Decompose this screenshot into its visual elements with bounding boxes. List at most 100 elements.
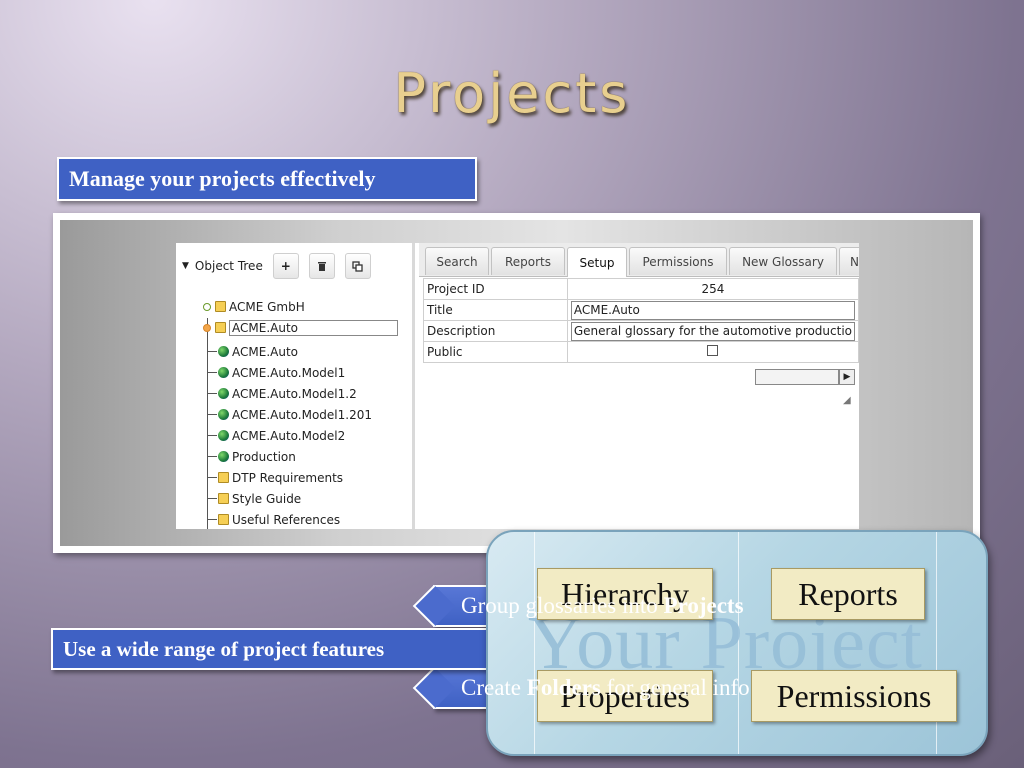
collapse-triangle-icon[interactable]: ▼ bbox=[182, 261, 189, 271]
globe-icon bbox=[218, 346, 229, 357]
object-tree-label: Object Tree bbox=[194, 259, 263, 273]
tree-branch-line bbox=[207, 372, 217, 373]
folder-icon bbox=[218, 493, 229, 504]
tree-item-model1-2[interactable]: ACME.Auto.Model1.2 bbox=[218, 384, 357, 403]
tree-item-style-guide[interactable]: Style Guide bbox=[218, 489, 301, 508]
property-key: Project ID bbox=[423, 278, 568, 300]
callout-project-features: Use a wide range of project features bbox=[51, 625, 514, 675]
resize-handle-icon[interactable]: ◢ bbox=[843, 395, 851, 406]
scroll-right-arrow-icon[interactable]: ▶ bbox=[839, 369, 855, 385]
tab-reports[interactable]: Reports bbox=[491, 247, 565, 275]
tab-setup[interactable]: Setup bbox=[567, 247, 627, 277]
slide-title: Projects bbox=[393, 62, 631, 125]
tree-item-dtp-requirements[interactable]: DTP Requirements bbox=[218, 468, 343, 487]
delete-button[interactable] bbox=[308, 253, 335, 279]
tree-item-label: ACME.Auto.Model1 bbox=[232, 365, 346, 380]
tree-item-label: ACME.Auto bbox=[229, 319, 398, 336]
tree-branch-line bbox=[207, 477, 217, 478]
tree-branch-line bbox=[207, 393, 217, 394]
tab-label: Permissions bbox=[642, 254, 714, 269]
panel-divider bbox=[936, 532, 937, 754]
table-row: Public bbox=[423, 341, 859, 363]
callout-project-features-text: Use a wide range of project features bbox=[63, 637, 385, 661]
tree-branch-line bbox=[207, 435, 217, 436]
horizontal-scrollbar[interactable] bbox=[755, 369, 839, 385]
tree-item-production[interactable]: Production bbox=[218, 447, 296, 466]
description-cell: General glossary for the automotive prod… bbox=[566, 320, 859, 342]
tree-item-label: ACME GmbH bbox=[229, 299, 305, 314]
callout-create-folders-text: Create Folders for general info bbox=[461, 675, 750, 701]
tree-item-label: ACME.Auto.Model1.201 bbox=[232, 407, 372, 422]
property-key: Description bbox=[423, 320, 568, 342]
tab-more[interactable]: N bbox=[839, 247, 859, 275]
folder-icon bbox=[215, 322, 226, 333]
title-cell: ACME.Auto bbox=[566, 299, 859, 321]
tree-branch-line bbox=[207, 456, 217, 457]
public-checkbox[interactable] bbox=[707, 345, 719, 356]
tab-label: Setup bbox=[579, 255, 615, 270]
copy-icon bbox=[352, 260, 363, 272]
title-input[interactable]: ACME.Auto bbox=[570, 300, 855, 320]
callout-text-suffix: for general info bbox=[600, 675, 750, 700]
tree-item-label: DTP Requirements bbox=[232, 470, 344, 485]
tree-item-useful-references[interactable]: Useful References bbox=[218, 510, 340, 529]
tree-item-label: Production bbox=[232, 449, 296, 464]
property-key: Public bbox=[423, 341, 568, 363]
globe-icon bbox=[218, 388, 229, 399]
tree-branch-line bbox=[207, 498, 217, 499]
tab-label: Reports bbox=[504, 254, 552, 269]
callout-text-bold: Projects bbox=[663, 593, 744, 618]
tree-item-label: Style Guide bbox=[232, 491, 302, 506]
callout-manage-projects-text: Manage your projects effectively bbox=[69, 166, 376, 191]
folder-icon bbox=[218, 472, 229, 483]
node-dot-icon bbox=[203, 323, 211, 332]
globe-icon bbox=[218, 451, 229, 462]
globe-icon bbox=[218, 430, 229, 441]
object-tree-header: ▼ Object Tree + bbox=[182, 253, 371, 279]
tree-item-acme-auto-folder[interactable]: ACME.Auto bbox=[203, 318, 398, 337]
tab-bar: Search Reports Setup Permissions New Glo… bbox=[419, 243, 859, 277]
properties-pane: Search Reports Setup Permissions New Glo… bbox=[419, 243, 859, 529]
tree-item-model2[interactable]: ACME.Auto.Model2 bbox=[218, 426, 345, 445]
tab-new-glossary[interactable]: New Glossary bbox=[729, 247, 837, 275]
folder-icon bbox=[215, 301, 226, 312]
app-window: ▼ Object Tree + ACME GmbH ACME.Auto ACME… bbox=[176, 243, 859, 529]
screenshot-background: ▼ Object Tree + ACME GmbH ACME.Auto ACME… bbox=[60, 220, 973, 709]
tab-label: Search bbox=[436, 254, 478, 269]
tab-permissions[interactable]: Permissions bbox=[629, 247, 727, 275]
public-cell bbox=[566, 341, 859, 363]
add-button[interactable]: + bbox=[272, 253, 299, 279]
tree-item-label: ACME.Auto.Model2 bbox=[232, 428, 346, 443]
tab-label: N bbox=[850, 254, 859, 269]
copy-button[interactable] bbox=[344, 253, 371, 279]
globe-icon bbox=[218, 409, 229, 420]
tree-branch-line bbox=[207, 351, 217, 352]
properties-table: Project ID 254 Title ACME.Auto Descripti… bbox=[423, 278, 859, 363]
callout-manage-projects: Manage your projects effectively bbox=[57, 157, 477, 201]
feature-permissions: Permissions bbox=[751, 670, 957, 722]
tab-label: New Glossary bbox=[742, 254, 824, 269]
tree-item-model1-201[interactable]: ACME.Auto.Model1.201 bbox=[218, 405, 372, 424]
description-input[interactable]: General glossary for the automotive prod… bbox=[570, 321, 855, 341]
tree-branch-line bbox=[207, 519, 217, 520]
table-row: Title ACME.Auto bbox=[423, 299, 859, 321]
tree-item-acme-gmbh[interactable]: ACME GmbH bbox=[203, 297, 305, 316]
table-row: Description General glossary for the aut… bbox=[423, 320, 859, 342]
tree-item-label: ACME.Auto bbox=[232, 344, 298, 359]
tree-item-acme-auto[interactable]: ACME.Auto bbox=[218, 342, 298, 361]
tab-search[interactable]: Search bbox=[425, 247, 489, 275]
callout-text-prefix: Create bbox=[461, 675, 527, 700]
node-dot-icon bbox=[203, 302, 211, 311]
callout-text-prefix: Group glossaries into bbox=[461, 593, 664, 618]
project-id-value: 254 bbox=[566, 278, 859, 300]
property-key: Title bbox=[423, 299, 568, 321]
tree-item-model1[interactable]: ACME.Auto.Model1 bbox=[218, 363, 345, 382]
project-features-panel: Your Project Hierarchy Reports Propertie… bbox=[486, 530, 988, 756]
table-row: Project ID 254 bbox=[423, 278, 859, 300]
tree-branch-line bbox=[207, 414, 217, 415]
tree-item-label: ACME.Auto.Model1.2 bbox=[232, 386, 357, 401]
trash-icon bbox=[317, 261, 326, 271]
object-tree-pane: ▼ Object Tree + ACME GmbH ACME.Auto ACME… bbox=[176, 243, 415, 529]
globe-icon bbox=[218, 367, 229, 378]
callout-text-bold: Folders bbox=[526, 675, 601, 700]
